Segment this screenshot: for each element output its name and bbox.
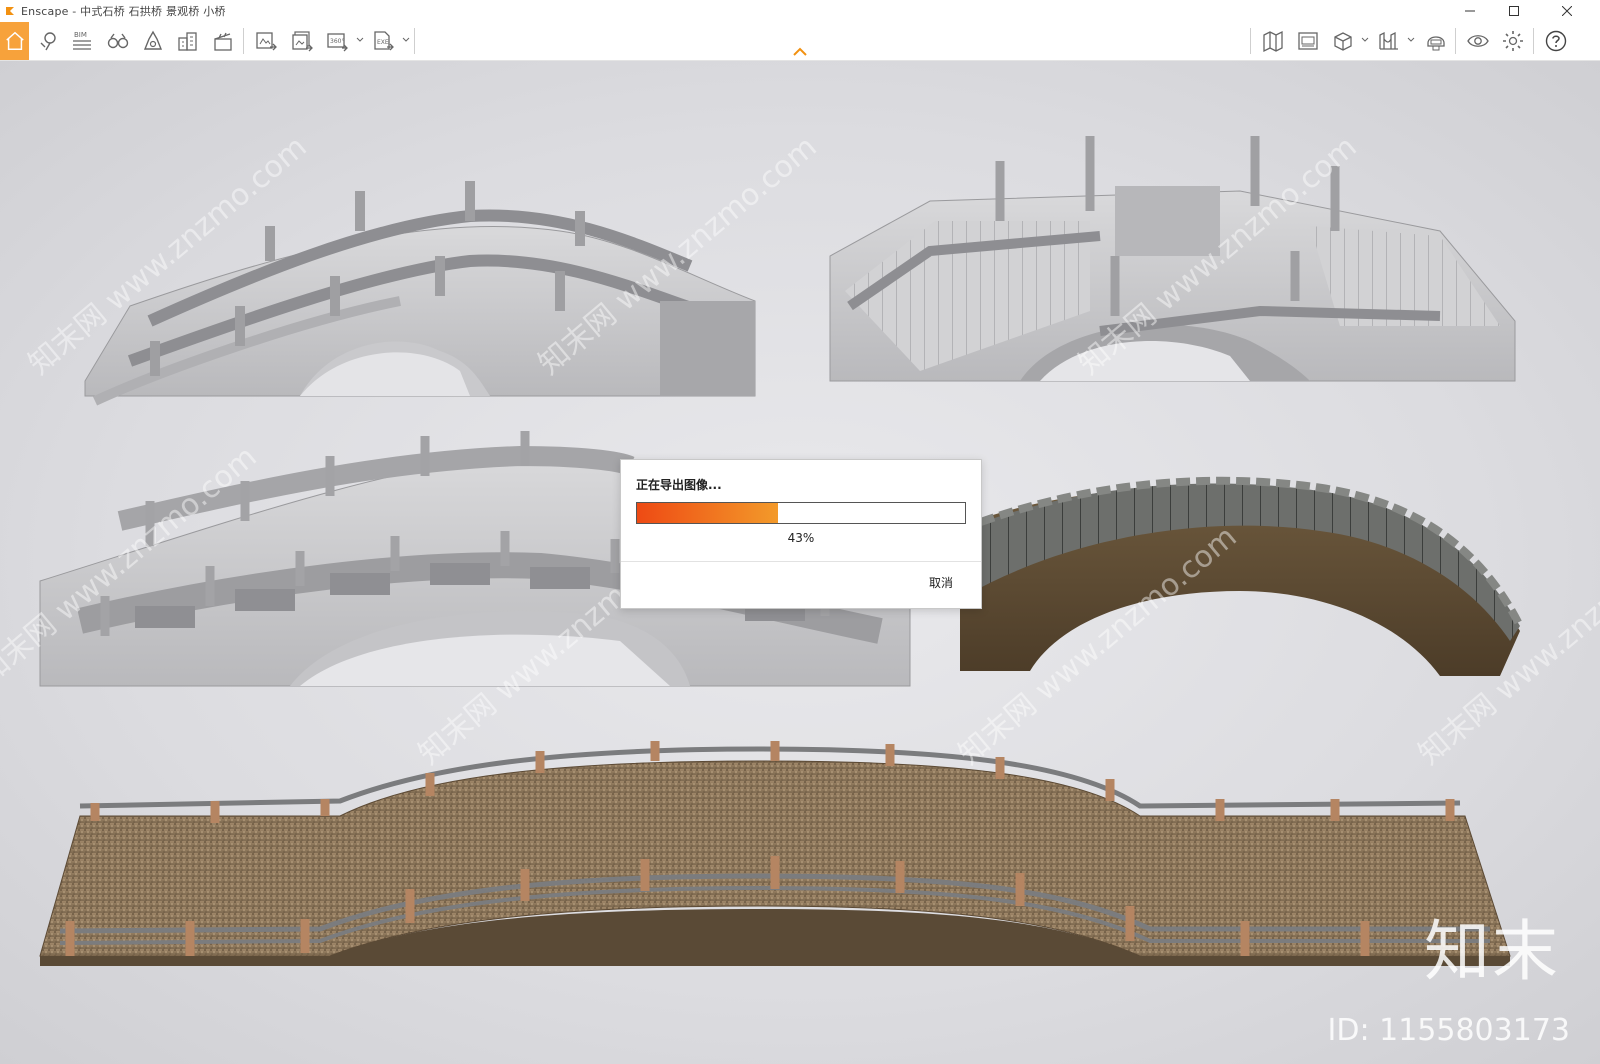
svg-text:360°: 360° xyxy=(330,38,344,45)
export-panorama-dropdown[interactable] xyxy=(356,36,364,44)
bridge-gravel-wooden xyxy=(39,741,1511,966)
settings-button[interactable] xyxy=(1497,25,1529,57)
site-context-dropdown[interactable] xyxy=(1407,36,1415,44)
help-button[interactable] xyxy=(1540,25,1572,57)
minimize-icon xyxy=(1465,10,1475,12)
brand-watermark-logo: 知末 xyxy=(1424,913,1560,990)
eye-icon xyxy=(1467,35,1489,47)
helmet-icon xyxy=(1427,36,1445,51)
export-image-icon xyxy=(256,32,277,51)
home-button[interactable] xyxy=(0,22,29,60)
toolbar-separator xyxy=(1250,28,1251,54)
chevron-down-icon xyxy=(1361,37,1369,42)
site-context-button[interactable] xyxy=(1373,25,1405,57)
cancel-button[interactable]: 取消 xyxy=(929,574,953,591)
dialog-divider xyxy=(621,561,981,562)
material-dropdown[interactable] xyxy=(1361,36,1369,44)
bim-icon: BIM xyxy=(73,31,91,50)
bim-button[interactable]: BIM xyxy=(66,25,98,57)
binoculars-icon xyxy=(107,33,129,49)
bridge-rough-stone xyxy=(960,476,1524,676)
close-icon xyxy=(1562,6,1572,16)
chevron-up-icon xyxy=(793,47,807,56)
maximize-icon xyxy=(1509,6,1519,16)
bridge-icon xyxy=(1379,31,1398,50)
bim-label: BIM xyxy=(74,31,87,39)
toolbar-separator xyxy=(1455,28,1456,54)
svg-text:EXE: EXE xyxy=(377,39,389,46)
export-progress-bar xyxy=(636,502,966,524)
toolbar-separator xyxy=(1533,28,1534,54)
vr-button[interactable] xyxy=(1420,25,1452,57)
video-editor-button[interactable] xyxy=(207,25,239,57)
progress-fill xyxy=(637,503,779,523)
home-icon xyxy=(5,31,24,50)
minimize-button[interactable] xyxy=(1448,0,1492,22)
assets-button[interactable] xyxy=(172,25,204,57)
dialog-title: 正在导出图像... xyxy=(636,478,722,492)
notifications-button[interactable] xyxy=(137,25,169,57)
export-standalone-button[interactable]: EXE xyxy=(367,25,399,57)
map-button[interactable] xyxy=(1257,25,1289,57)
visual-settings-button[interactable] xyxy=(1462,25,1494,57)
map-icon xyxy=(1263,30,1283,53)
help-icon xyxy=(1545,30,1567,52)
window-title: Enscape - 中式石桥 石拱桥 景观桥 小桥 xyxy=(21,5,226,18)
cube-icon xyxy=(1334,32,1352,51)
export-progress-dialog: 正在导出图像... 43% 取消 xyxy=(620,459,982,609)
enscape-logo-icon xyxy=(6,7,14,15)
export-exe-icon: EXE xyxy=(374,31,394,51)
chevron-down-icon xyxy=(1407,37,1415,42)
progress-percent: 43% xyxy=(787,531,815,545)
material-button[interactable] xyxy=(1327,25,1359,57)
export-standalone-dropdown[interactable] xyxy=(402,36,410,44)
location-pin-icon xyxy=(40,32,56,51)
views-button[interactable] xyxy=(102,25,134,57)
maximize-button[interactable] xyxy=(1492,0,1536,22)
export-image-button[interactable] xyxy=(250,25,282,57)
title-bar: Enscape - 中式石桥 石拱桥 景观桥 小桥 xyxy=(0,0,1600,22)
bell-icon xyxy=(143,30,163,50)
toolbar-separator xyxy=(414,28,415,54)
panel-icon xyxy=(1298,32,1318,50)
buildings-icon xyxy=(178,32,197,51)
brand-watermark-id: ID: 1155803173 xyxy=(1327,1013,1570,1048)
batch-render-button[interactable] xyxy=(286,25,318,57)
gear-icon xyxy=(1503,31,1523,51)
export-batch-icon xyxy=(292,31,313,52)
location-button[interactable] xyxy=(32,25,64,57)
bridge-stepped xyxy=(829,136,1516,382)
toolbar-separator xyxy=(243,28,244,54)
panel-button[interactable] xyxy=(1292,25,1324,57)
clapperboard-icon xyxy=(214,32,232,51)
chevron-down-icon xyxy=(402,37,410,42)
close-button[interactable] xyxy=(1545,0,1589,22)
export-panorama-button[interactable]: 360° xyxy=(321,25,353,57)
chevron-down-icon xyxy=(356,37,364,42)
collapse-toolbar-button[interactable] xyxy=(792,46,808,58)
export-360-icon: 360° xyxy=(327,33,348,52)
